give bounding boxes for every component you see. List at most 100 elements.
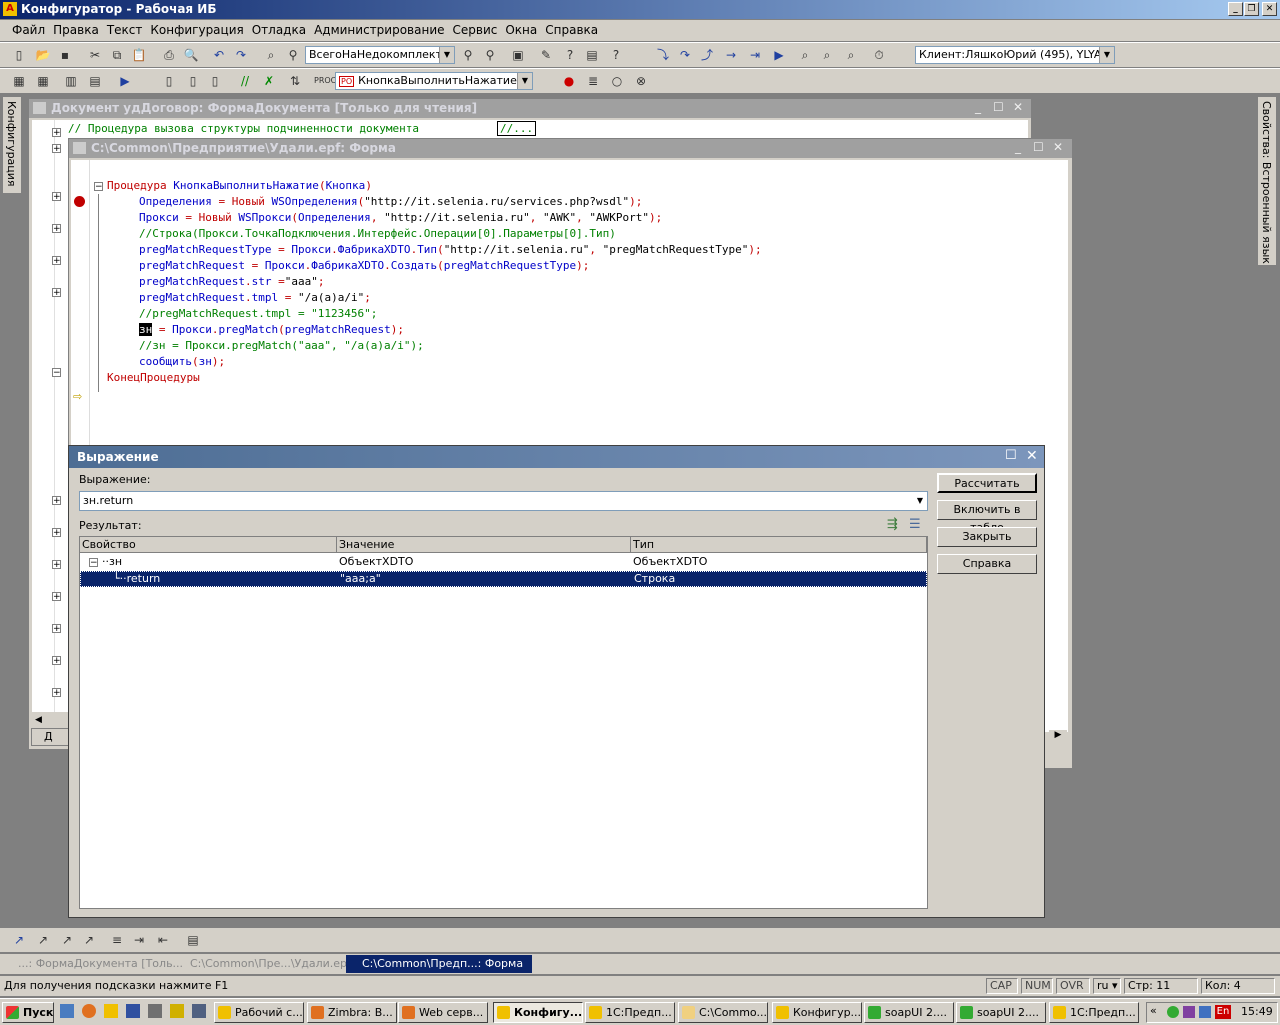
help-icon[interactable]: ? [607, 47, 625, 63]
menu-item-0[interactable]: Файл [8, 20, 49, 41]
tree-collapse-icon[interactable]: − [89, 558, 98, 568]
maximize-icon[interactable]: ☐ [1033, 140, 1044, 154]
help-button[interactable]: Справка [937, 554, 1037, 574]
paste-icon[interactable]: 📋 [130, 47, 148, 63]
right-side-panel[interactable]: Свойства: Встроенный язык [1257, 96, 1277, 266]
minimize-button[interactable]: _ [1228, 2, 1243, 16]
client-combo[interactable]: Клиент:ЛяшкоЮрий (495), YLYASHK ▼ [915, 46, 1115, 64]
code-line[interactable]: Определения = Новый WSОпределения("http:… [107, 194, 762, 210]
expression-input[interactable]: зн.return ▼ [79, 491, 928, 511]
proc-icon[interactable]: PROC [314, 73, 336, 89]
taskbar-item[interactable]: C:\Commo... [678, 1002, 768, 1023]
fold-expand-icon[interactable]: + [52, 256, 61, 266]
step-over-icon[interactable]: ↷ [676, 47, 694, 63]
add-to-watch-button[interactable]: Включить в табло [937, 500, 1037, 534]
config-icon[interactable]: ▦ [10, 73, 28, 89]
taskbar-item[interactable]: Рабочий с... [214, 1002, 304, 1023]
fold-expand-icon[interactable]: + [52, 560, 61, 570]
chevron-down-icon[interactable]: ▼ [1099, 47, 1114, 63]
network-icon[interactable] [148, 1004, 162, 1018]
menu-item-2[interactable]: Текст [103, 20, 147, 41]
properties-panel-label[interactable]: Свойства: Встроенный язык [1258, 97, 1275, 268]
code-line[interactable]: pregMatchRequest = Прокси.ФабрикаXDTO.Со… [107, 258, 762, 274]
evaluate-icon[interactable]: ⌕ [796, 47, 814, 63]
taskbar-item[interactable]: 1С:Предп... [585, 1002, 675, 1023]
uncomment-icon[interactable]: ✗ [260, 73, 278, 89]
bookmark-next-icon[interactable]: ↗ [34, 932, 52, 948]
taskbar-item[interactable]: soapUI 2.... [864, 1002, 954, 1023]
taskbar-item[interactable]: Zimbra: В... [307, 1002, 397, 1023]
fold-expand-icon[interactable]: + [52, 192, 61, 202]
tab-window-document[interactable]: ...: ФормаДокумента [Толь... [2, 955, 186, 973]
restore-button[interactable]: ❐ [1244, 2, 1259, 16]
fold-expand-icon[interactable]: + [52, 624, 61, 634]
code-line[interactable]: Прокси = Новый WSПрокси(Определения, "ht… [107, 210, 762, 226]
close-button[interactable]: ✕ [1262, 2, 1277, 16]
format-icon[interactable]: ⇅ [286, 73, 304, 89]
step-into-icon[interactable]: ⤵ [654, 47, 672, 63]
expand-all-icon[interactable]: ⇶ [887, 517, 898, 532]
status-lang[interactable]: ru ▾ [1093, 978, 1121, 994]
tray-lang[interactable]: En [1215, 1005, 1231, 1019]
config-panel-label[interactable]: Конфигурация [3, 97, 20, 191]
table-icon[interactable]: ▤ [86, 73, 104, 89]
menu-item-7[interactable]: Окна [501, 20, 541, 41]
search-combo[interactable]: ВсегоНаНедокомплектИР ▼ [305, 46, 455, 64]
table-row-selected[interactable]: └··return "aaa;a" Строка [80, 571, 927, 587]
syntax-help-icon[interactable]: ? [561, 47, 579, 63]
fold-expand-icon[interactable]: + [52, 288, 61, 298]
result-table[interactable]: Свойство Значение Тип − ··зн ОбъектXDTO … [79, 536, 928, 909]
code-line[interactable]: pregMatchRequestType = Прокси.ФабрикаXDT… [107, 242, 762, 258]
code-line[interactable]: //pregMatchRequest.tmpl = "1123456"; [107, 306, 762, 322]
calculate-button[interactable]: Рассчитать [937, 473, 1037, 493]
breakpoint-list-icon[interactable]: ≣ [584, 73, 602, 89]
tab-window-form[interactable]: C:\Common\Предп...: Форма [346, 955, 532, 973]
page-copy-icon[interactable]: ▯ [184, 73, 202, 89]
fold-expand-icon[interactable]: + [52, 688, 61, 698]
minimize-icon[interactable]: _ [1015, 140, 1021, 154]
left-side-panel[interactable]: Конфигурация [2, 96, 22, 194]
desktop-icon[interactable] [192, 1004, 206, 1018]
tab-window-epf[interactable]: C:\Common\Пре...\Удали.epf [174, 955, 358, 973]
page-edit-icon[interactable]: ▯ [206, 73, 224, 89]
menu-item-5[interactable]: Администрирование [310, 20, 448, 41]
current-line-icon[interactable]: ⇥ [746, 47, 764, 63]
cut-icon[interactable]: ✂ [86, 47, 104, 63]
chevron-down-icon[interactable]: ▼ [517, 73, 532, 89]
menu-item-4[interactable]: Отладка [248, 20, 310, 41]
calculator-icon[interactable] [126, 1004, 140, 1018]
close-button[interactable]: Закрыть [937, 527, 1037, 547]
find-icon[interactable]: ⌕ [262, 47, 280, 63]
code-line[interactable]: pregMatchRequest.str ="aaa"; [107, 274, 762, 290]
menu-item-6[interactable]: Сервис [449, 20, 502, 41]
watch-icon[interactable]: ⌕ [818, 47, 836, 63]
taskbar-item[interactable]: Конфигур... [772, 1002, 862, 1023]
locals-icon[interactable]: ⌕ [842, 47, 860, 63]
fold-expand-icon[interactable]: + [52, 528, 61, 538]
code-line[interactable]: сообщить(зн); [107, 354, 762, 370]
fold-expand-icon[interactable]: + [52, 144, 61, 154]
stopwatch-icon[interactable]: ⏱ [870, 47, 888, 63]
disable-breakpoint-icon[interactable]: ○ [608, 73, 626, 89]
fold-expand-icon[interactable]: − [52, 368, 61, 378]
fold-collapse-icon[interactable]: − [94, 182, 103, 192]
find-prev-icon[interactable]: ⚲ [481, 47, 499, 63]
continue-icon[interactable]: ▶ [770, 47, 788, 63]
close-icon[interactable]: ✕ [1013, 100, 1023, 114]
tray-expand-icon[interactable]: « [1150, 1004, 1157, 1017]
wizard-icon[interactable]: ✎ [537, 47, 555, 63]
code-line[interactable]: Процедура КнопкаВыполнитьНажатие(Кнопка) [107, 178, 762, 194]
1c-config-icon[interactable] [170, 1004, 184, 1018]
breakpoint-icon[interactable] [74, 196, 85, 207]
fold-expand-icon[interactable]: + [52, 656, 61, 666]
run-icon[interactable]: ▶ [116, 73, 134, 89]
column-header-type[interactable]: Тип [631, 537, 927, 553]
scroll-right-icon[interactable]: ▶ [1049, 730, 1067, 744]
taskbar-item[interactable]: Конфигу... [493, 1002, 583, 1023]
code-line[interactable]: pregMatchRequest.tmpl = "/a(a)a/i"; [107, 290, 762, 306]
fold-expand-icon[interactable]: + [52, 128, 61, 138]
run-to-cursor-icon[interactable]: → [722, 47, 740, 63]
fold-expand-icon[interactable]: + [52, 496, 61, 506]
indent-more-icon[interactable]: ⇥ [130, 932, 148, 948]
collapsed-block[interactable]: //... [497, 121, 537, 136]
